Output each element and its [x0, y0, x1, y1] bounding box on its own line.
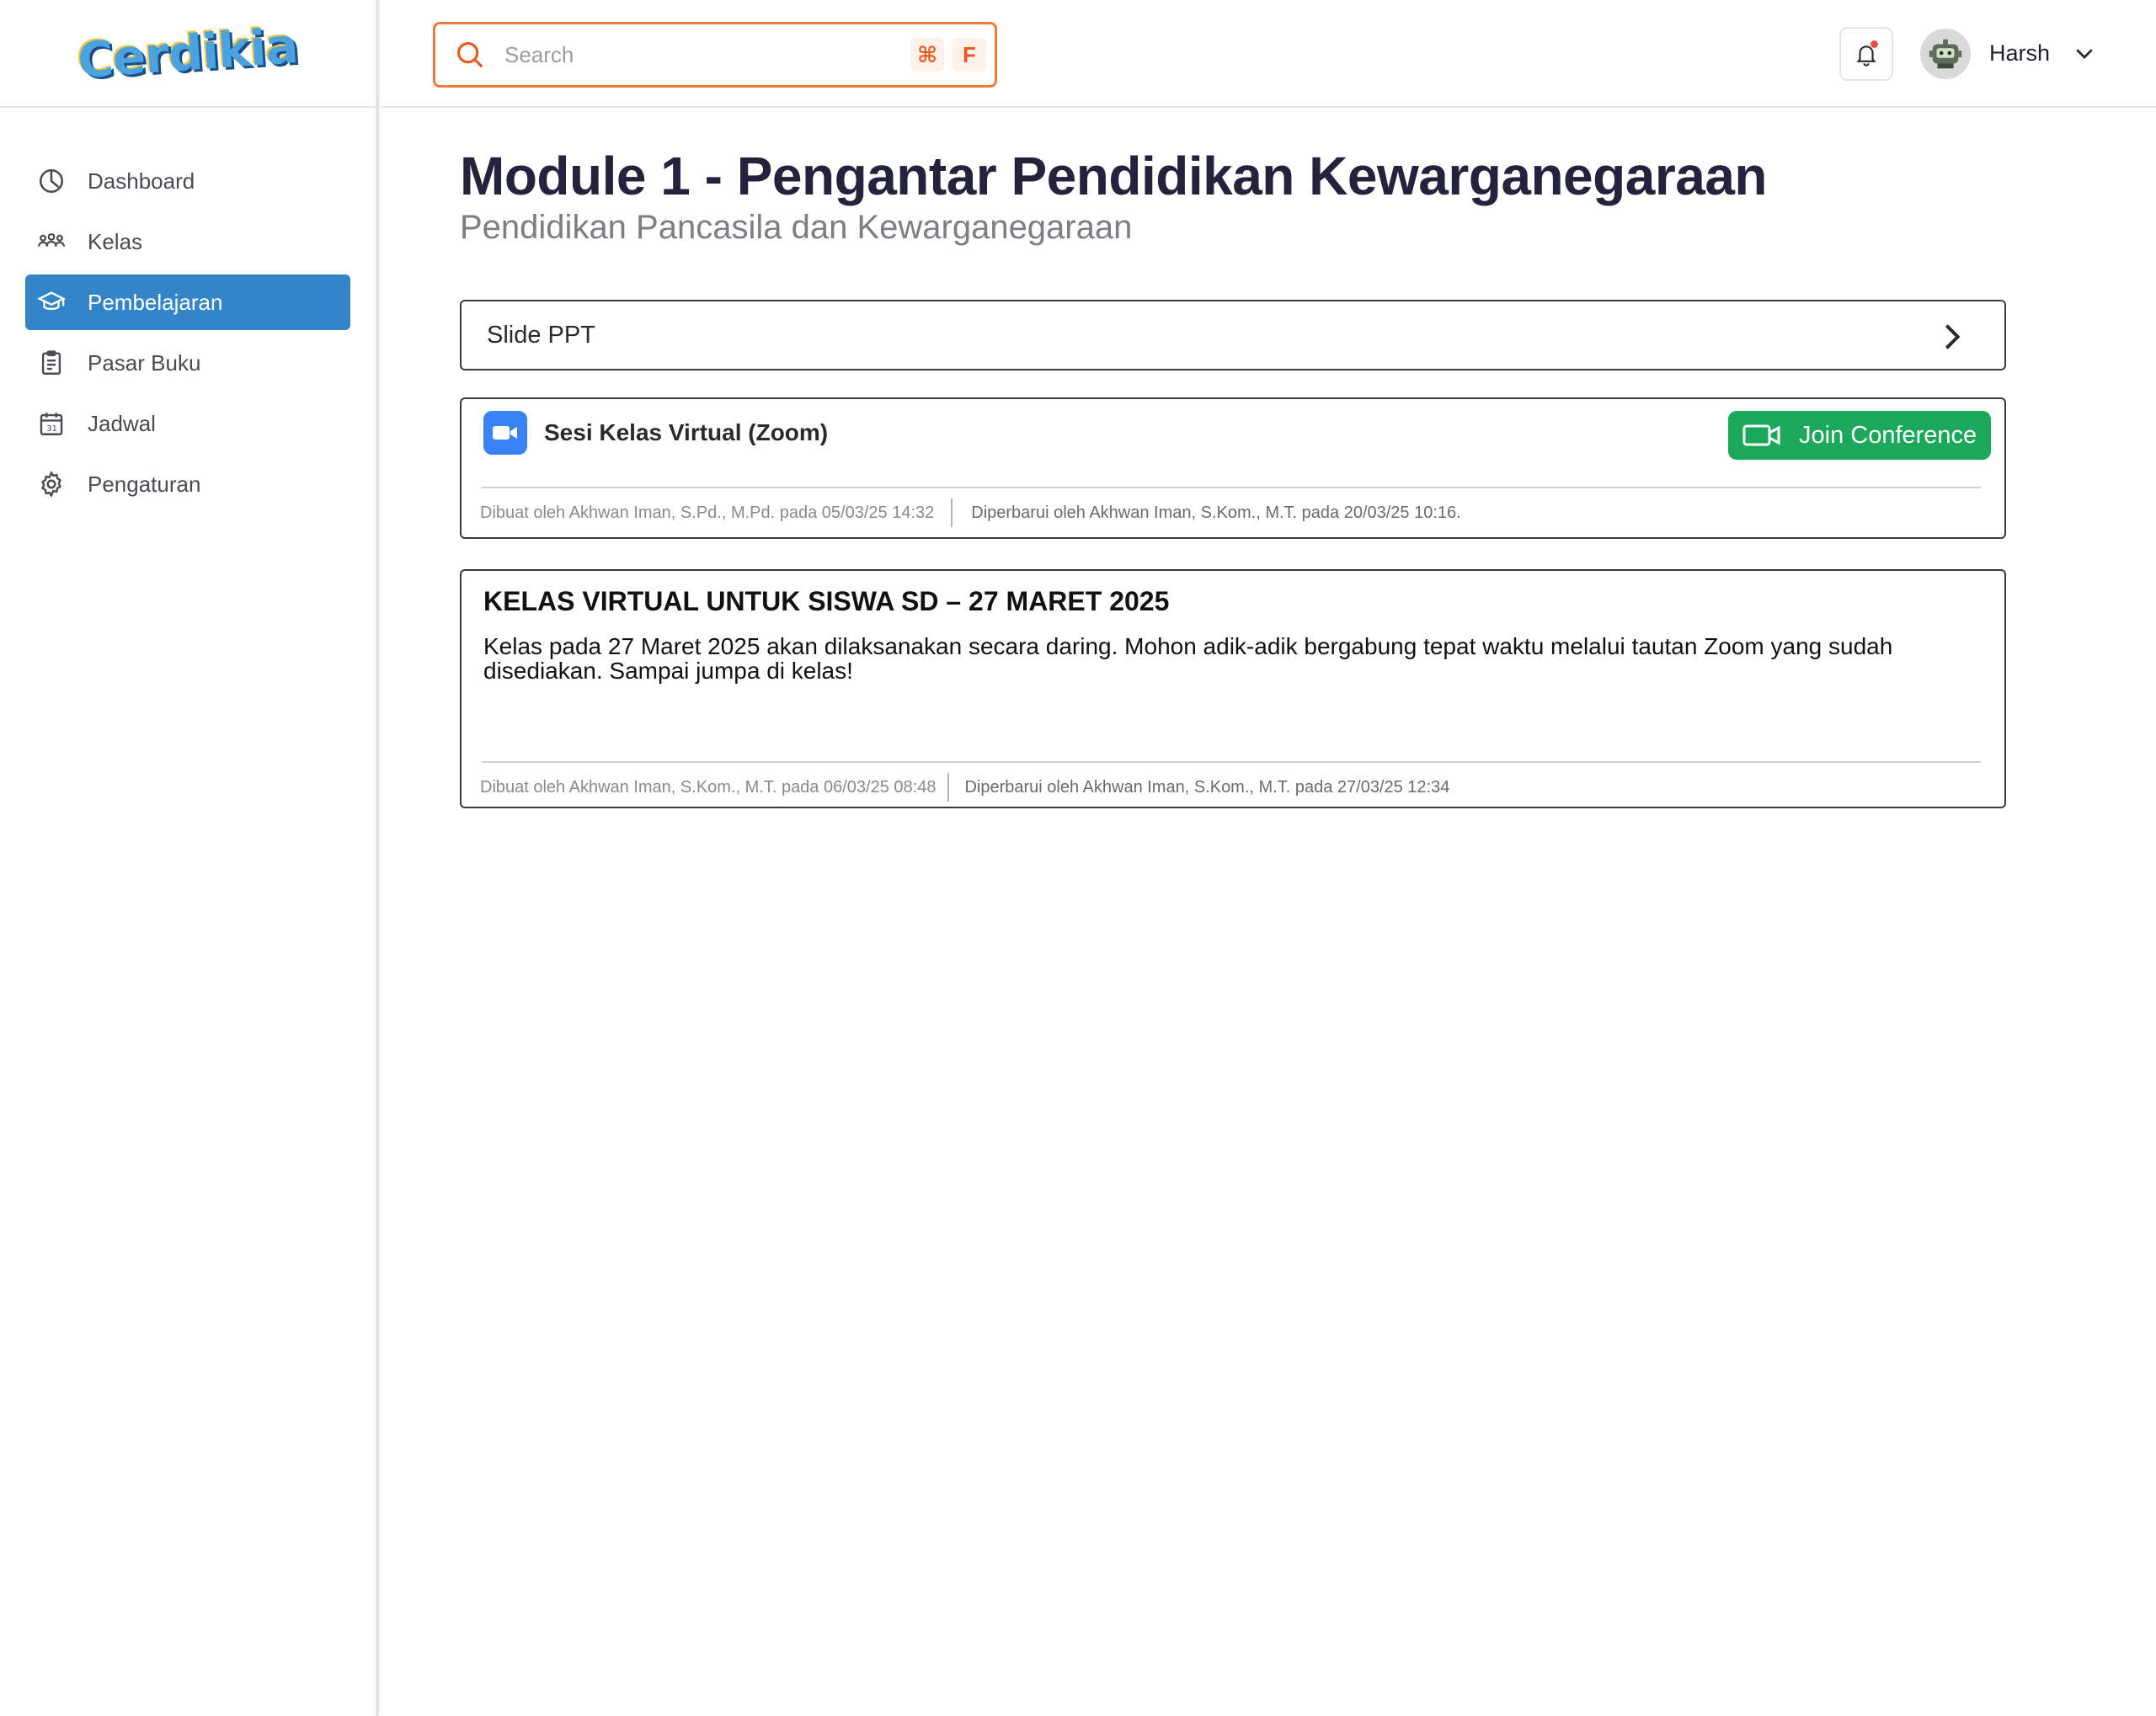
graduation-cap-icon	[37, 288, 66, 317]
join-conference-label: Join Conference	[1799, 421, 1977, 449]
clipboard-icon	[37, 349, 66, 377]
sidebar-item-label: Pembelajaran	[88, 289, 223, 315]
video-camera-icon	[1742, 424, 1780, 446]
page-subtitle: Pendidikan Pancasila dan Kewarganegaraan	[460, 209, 1133, 247]
main-content: Module 1 - Pengantar Pendidikan Kewargan…	[460, 108, 2008, 808]
sidebar-item-pembelajaran[interactable]: Pembelajaran	[25, 274, 350, 330]
card-divider	[482, 761, 1981, 763]
users-icon	[37, 227, 66, 256]
announcement-body: Kelas pada 27 Maret 2025 akan dilaksanak…	[483, 633, 1893, 684]
robot-avatar-icon	[1929, 39, 1962, 69]
updated-info: Diperbarui oleh Akhwan Iman, S.Kom., M.T…	[964, 777, 1450, 797]
announcement-meta: Dibuat oleh Akhwan Iman, S.Kom., M.T. pa…	[480, 773, 1449, 802]
sidebar-item-pengaturan[interactable]: Pengaturan	[25, 456, 350, 512]
join-conference-button[interactable]: Join Conference	[1728, 411, 1991, 460]
sidebar: Cerdikia Dashboard Kelas Pembelajaran Pa…	[0, 0, 379, 1716]
created-info: Dibuat oleh Akhwan Iman, S.Pd., M.Pd. pa…	[480, 503, 935, 522]
calendar-icon: 31	[37, 409, 66, 438]
sidebar-nav: Dashboard Kelas Pembelajaran Pasar Buku …	[0, 108, 376, 512]
sidebar-item-label: Jadwal	[88, 410, 156, 436]
zoom-session-title: Sesi Kelas Virtual (Zoom)	[544, 419, 829, 445]
user-name[interactable]: Harsh	[1989, 40, 2050, 67]
logo-area: Cerdikia	[0, 0, 376, 108]
cerdikia-logo[interactable]: Cerdikia	[76, 17, 300, 89]
slide-ppt-label: Slide PPT	[487, 321, 595, 349]
sidebar-item-label: Pengaturan	[88, 471, 201, 497]
page-title: Module 1 - Pengantar Pendidikan Kewargan…	[460, 146, 1768, 206]
meta-separator	[951, 498, 953, 527]
shortcut-cmd-key: ⌘	[910, 38, 944, 72]
sidebar-item-jadwal[interactable]: 31 Jadwal	[25, 396, 350, 451]
top-bar: Search ⌘ F Harsh	[382, 0, 2156, 108]
chevron-down-icon[interactable]	[2072, 40, 2097, 66]
search-box[interactable]: Search ⌘ F	[433, 22, 997, 88]
sidebar-item-label: Pasar Buku	[88, 349, 201, 376]
notification-dot	[1870, 40, 1878, 48]
announcement-title: KELAS VIRTUAL UNTUK SISWA SD – 27 MARET …	[483, 586, 1170, 616]
gear-icon	[37, 470, 66, 498]
zoom-icon	[483, 411, 527, 455]
chevron-right-icon[interactable]	[1935, 320, 1969, 354]
sidebar-item-dashboard[interactable]: Dashboard	[25, 153, 350, 209]
announcement-card: KELAS VIRTUAL UNTUK SISWA SD – 27 MARET …	[460, 569, 2006, 808]
sidebar-item-pasar-buku[interactable]: Pasar Buku	[25, 335, 350, 391]
card-divider	[482, 487, 1981, 488]
updated-info: Diperbarui oleh Akhwan Iman, S.Kom., M.T…	[971, 503, 1461, 522]
created-info: Dibuat oleh Akhwan Iman, S.Kom., M.T. pa…	[480, 777, 937, 797]
dashboard-icon	[37, 167, 66, 195]
meta-separator	[947, 773, 950, 802]
search-input[interactable]: Search	[504, 42, 910, 68]
search-icon	[456, 41, 483, 68]
avatar[interactable]	[1920, 29, 1971, 79]
sidebar-item-label: Kelas	[88, 228, 143, 254]
sidebar-item-kelas[interactable]: Kelas	[25, 214, 350, 269]
shortcut-f-key: F	[953, 38, 986, 72]
zoom-session-meta: Dibuat oleh Akhwan Iman, S.Pd., M.Pd. pa…	[480, 498, 1461, 527]
sidebar-item-label: Dashboard	[88, 168, 195, 194]
zoom-session-card: Sesi Kelas Virtual (Zoom) Join Conferenc…	[460, 397, 2006, 539]
notification-button[interactable]	[1839, 27, 1893, 81]
svg-text:31: 31	[46, 424, 57, 434]
slide-ppt-item[interactable]: Slide PPT	[460, 300, 2006, 370]
